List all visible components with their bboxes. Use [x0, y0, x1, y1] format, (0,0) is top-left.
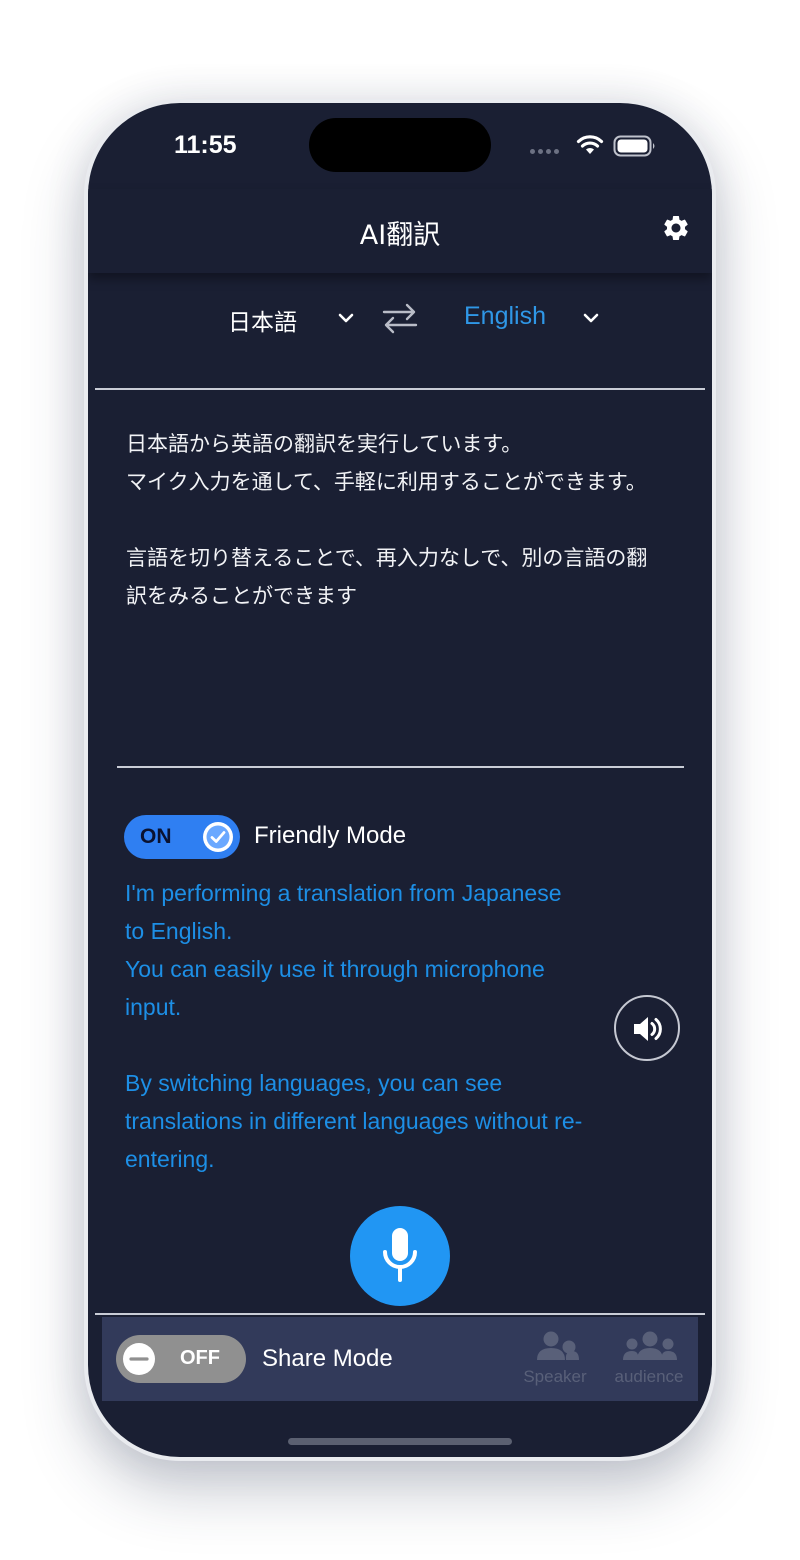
share-mode-label: Share Mode — [262, 1345, 393, 1372]
gear-icon[interactable] — [661, 213, 691, 243]
friendly-mode-label: Friendly Mode — [254, 822, 407, 849]
battery-icon — [613, 135, 655, 157]
check-circle-icon — [203, 822, 233, 852]
speaker-role-label: Speaker — [523, 1367, 587, 1386]
wifi-icon — [576, 135, 604, 154]
audience-group-icon — [623, 1331, 677, 1360]
dynamic-island — [309, 118, 491, 172]
share-mode-panel: OFF Share Mode Speaker audience — [102, 1317, 698, 1401]
language-bar: 日本語 English — [88, 289, 712, 361]
translation-text: I'm performing a translation from Japane… — [125, 880, 583, 1172]
signal-icon — [530, 149, 564, 155]
speaker-role-button[interactable]: Speaker — [516, 1331, 594, 1393]
microphone-icon — [383, 1228, 417, 1282]
share-mode-toggle[interactable]: OFF — [116, 1335, 246, 1383]
audience-role-label: audience — [614, 1367, 684, 1386]
source-language-select[interactable]: 日本語 — [228, 303, 297, 337]
play-audio-button[interactable] — [614, 995, 680, 1061]
divider — [95, 388, 705, 390]
page-title: AI翻訳 — [359, 220, 441, 251]
microphone-button[interactable] — [350, 1206, 450, 1306]
chevron-down-icon[interactable] — [336, 308, 356, 328]
target-language-select[interactable]: English — [464, 302, 546, 331]
divider — [95, 1313, 705, 1315]
speaker-person-icon — [537, 1331, 579, 1360]
friendly-mode-toggle[interactable]: ON — [124, 815, 240, 859]
home-indicator[interactable] — [288, 1438, 512, 1445]
status-time: 11:55 — [174, 131, 237, 159]
divider — [117, 766, 684, 768]
toggle-state-label: ON — [140, 825, 172, 848]
minus-circle-icon — [123, 1343, 155, 1375]
app-screen: 11:55 AI翻訳 日本語 English 日本語から英語の翻訳を実行していま… — [88, 103, 712, 1457]
swap-arrows-icon[interactable] — [380, 301, 420, 335]
volume-icon — [634, 1017, 662, 1041]
source-text[interactable]: 日本語から英語の翻訳を実行しています。 マイク入力を通して、手軽に利用することが… — [126, 425, 666, 615]
toggle-state-label: OFF — [180, 1347, 220, 1369]
chevron-down-icon[interactable] — [581, 308, 601, 328]
audience-role-button[interactable]: audience — [606, 1331, 692, 1393]
app-header: AI翻訳 — [88, 189, 712, 273]
